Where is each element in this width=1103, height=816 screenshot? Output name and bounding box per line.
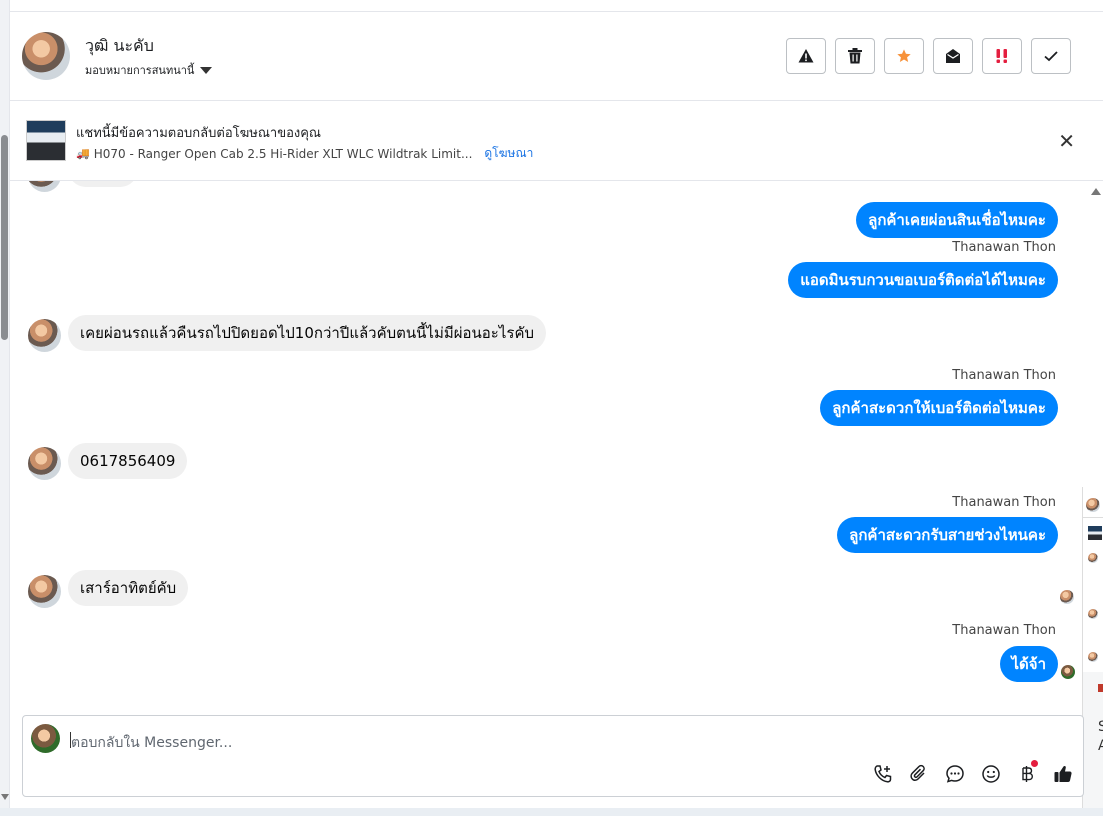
- side-avatar[interactable]: [1088, 652, 1098, 662]
- delete-button[interactable]: [835, 38, 875, 74]
- warning-icon: [798, 49, 814, 63]
- call-request-button[interactable]: [871, 762, 895, 786]
- bottom-strip: [0, 808, 1103, 816]
- paperclip-icon: [910, 764, 925, 782]
- star-icon: [897, 49, 911, 62]
- assign-conversation-label: มอบหมายการสนทนานี้: [85, 64, 195, 77]
- ad-banner-subtitle: 🚚 H070 - Ranger Open Cab 2.5 Hi-Rider XL…: [76, 144, 533, 163]
- outgoing-message[interactable]: ลูกค้าเคยผ่อนสินเชื่อไหมคะ: [856, 202, 1058, 238]
- side-letter-a: A: [1098, 738, 1103, 754]
- conversation-actions: [786, 38, 1071, 74]
- contact-message-avatar: [28, 181, 61, 192]
- mark-done-button[interactable]: [1031, 38, 1071, 74]
- mark-unread-button[interactable]: [933, 38, 973, 74]
- sender-name: Thanawan Thon: [952, 368, 1056, 383]
- star-button[interactable]: [884, 38, 924, 74]
- message-thread[interactable]: ลูกค้าเคยผ่อนสินเชื่อไหมคะ Thanawan Thon…: [10, 181, 1090, 711]
- view-ad-link[interactable]: ดูโฆษณา: [484, 144, 533, 163]
- outgoing-message[interactable]: แอดมินรบกวนขอเบอร์ติดต่อได้ไหมคะ: [788, 262, 1058, 298]
- outgoing-message[interactable]: ลูกค้าสะดวกให้เบอร์ติดต่อไหมคะ: [820, 390, 1058, 426]
- sender-name: Thanawan Thon: [952, 240, 1056, 255]
- message-composer[interactable]: ตอบกลับใน Messenger...: [22, 715, 1084, 797]
- contact-avatar[interactable]: [22, 32, 70, 80]
- side-panel-card: S A: [1083, 672, 1103, 816]
- side-flag-icon: [1098, 684, 1103, 692]
- side-letter-s: S: [1098, 719, 1103, 735]
- chat-bubble-icon: [946, 765, 964, 783]
- conversation-header: วุฒิ นะคับ มอบหมายการสนทนานี้: [10, 12, 1103, 101]
- sender-name: Thanawan Thon: [952, 495, 1056, 510]
- contact-message-avatar: [28, 319, 61, 352]
- agent-avatar: [31, 724, 60, 753]
- important-button[interactable]: [982, 38, 1022, 74]
- side-avatar[interactable]: [1088, 553, 1098, 563]
- incoming-message-partial: [68, 181, 138, 187]
- contact-name[interactable]: วุฒิ นะคับ: [85, 34, 154, 59]
- side-ad-thumbnail[interactable]: [1088, 526, 1102, 540]
- left-scrollbar[interactable]: [0, 0, 10, 816]
- checkmark-icon: [1044, 51, 1058, 62]
- scroll-down-arrow-icon[interactable]: [1, 794, 9, 800]
- incoming-message[interactable]: เคยผ่อนรถแล้วคืนรถไปปิดยอดไป10กว่าปีแล้ว…: [68, 315, 546, 351]
- left-scrollbar-thumb[interactable]: [1, 135, 8, 340]
- sender-name: Thanawan Thon: [952, 623, 1056, 638]
- right-side-panel: S A: [1082, 487, 1103, 816]
- seen-receipt-avatar: [1060, 590, 1074, 604]
- close-icon[interactable]: ✕: [1058, 131, 1075, 151]
- side-avatar[interactable]: [1086, 498, 1100, 512]
- phone-plus-icon: [874, 765, 892, 783]
- smiley-icon: [982, 765, 1000, 783]
- scroll-up-arrow-icon[interactable]: [1091, 188, 1101, 195]
- thumbs-up-icon: [1054, 766, 1072, 782]
- side-avatar[interactable]: [1088, 609, 1098, 619]
- outgoing-message[interactable]: ได้จ้า: [999, 646, 1058, 682]
- incoming-message[interactable]: เสาร์อาทิตย์คับ: [68, 570, 189, 606]
- ad-reply-banner: แชทนี้มีข้อความตอบกลับต่อโฆษณาของคุณ 🚚 H…: [10, 101, 1103, 181]
- saved-replies-button[interactable]: [943, 762, 967, 786]
- composer-toolbar: [871, 760, 1075, 786]
- ad-name: H070 - Ranger Open Cab 2.5 Hi-Rider XLT …: [93, 146, 473, 161]
- incoming-message[interactable]: 0617856409: [68, 443, 188, 479]
- notification-dot: [1031, 760, 1038, 767]
- side-divider: [1083, 517, 1103, 518]
- reply-input[interactable]: ตอบกลับใน Messenger...: [71, 732, 232, 754]
- messenger-inbox-page: วุฒิ นะคับ มอบหมายการสนทนานี้ แชทนี้มีข้…: [0, 0, 1103, 816]
- exclamation-icon: [996, 49, 1007, 63]
- ad-thumbnail[interactable]: [26, 120, 66, 161]
- baht-icon: [1022, 766, 1034, 782]
- envelope-open-icon: [946, 49, 960, 63]
- caret-down-icon: [200, 66, 213, 74]
- outgoing-message[interactable]: ลูกค้าสะดวกรับสายช่วงไหนคะ: [837, 517, 1058, 553]
- contact-message-avatar: [28, 575, 61, 608]
- spam-button[interactable]: [786, 38, 826, 74]
- ad-banner-title: แชทนี้มีข้อความตอบกลับต่อโฆษณาของคุณ: [76, 126, 321, 141]
- attach-button[interactable]: [907, 762, 931, 786]
- payment-button[interactable]: [1015, 760, 1039, 786]
- like-button[interactable]: [1051, 762, 1075, 786]
- trash-icon: [848, 48, 862, 64]
- contact-message-avatar: [28, 447, 61, 480]
- delivered-receipt-avatar: [1061, 665, 1075, 679]
- emoji-button[interactable]: [979, 762, 1003, 786]
- truck-icon: 🚚: [76, 147, 90, 160]
- assign-conversation-dropdown[interactable]: มอบหมายการสนทนานี้: [85, 61, 213, 79]
